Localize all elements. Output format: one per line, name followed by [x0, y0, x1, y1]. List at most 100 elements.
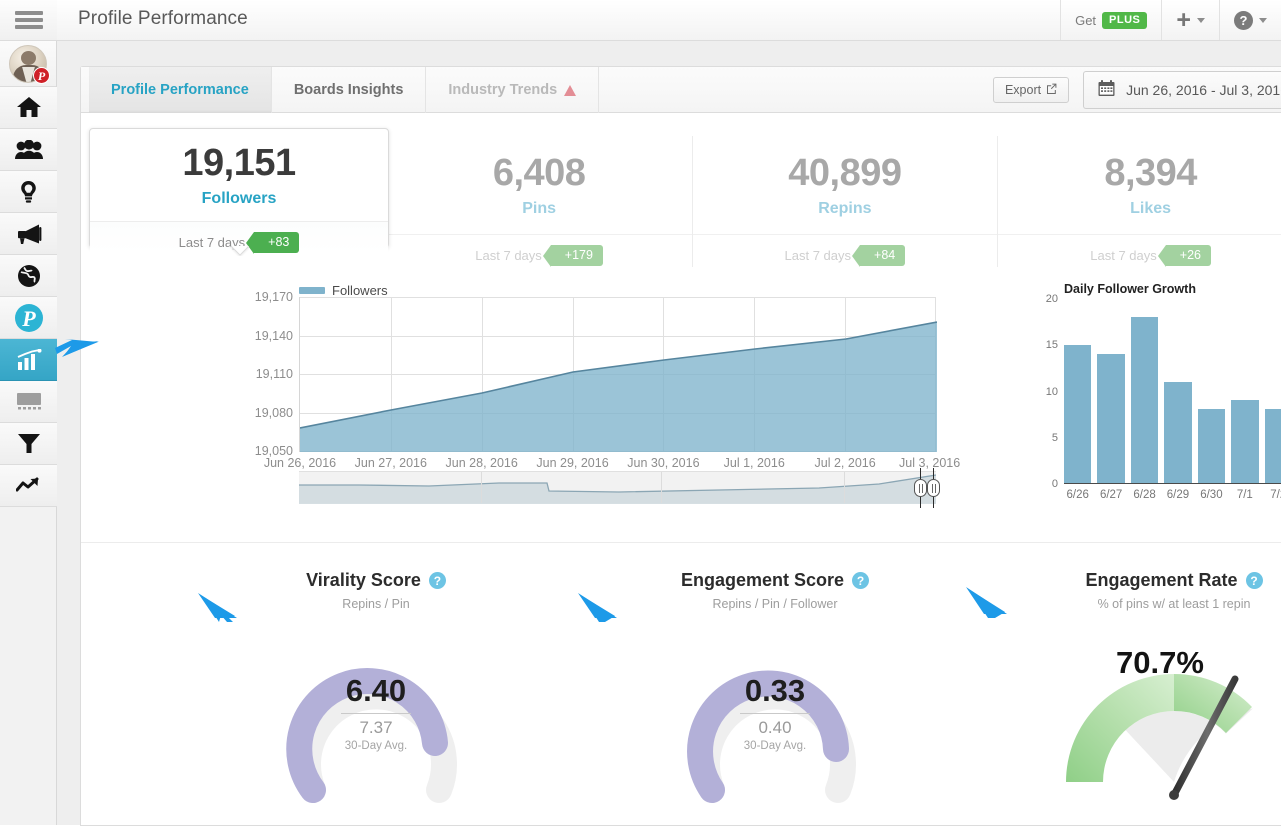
calendar-icon: [1098, 80, 1115, 100]
sidebar-item-promote[interactable]: [0, 213, 57, 255]
export-button[interactable]: Export: [992, 77, 1070, 103]
metric-cards: 6,408 Pins Last 7 days +179 40,899 Repin…: [81, 128, 1281, 267]
slider-handle-left[interactable]: [914, 468, 927, 508]
gauge-average-label: 30-Day Avg.: [743, 740, 807, 752]
slider-handle-right[interactable]: [927, 468, 940, 508]
home-icon: [16, 96, 42, 119]
gauge-card-virality-score: Virality Score ? Repins / Pin 6.40 7.37 …: [176, 543, 576, 812]
left-nav-rail: P P: [0, 0, 57, 825]
x-tick-label: 6/30: [1200, 489, 1223, 501]
x-tick-label: Jul 1, 2016: [723, 456, 785, 470]
sidebar-item-global[interactable]: [0, 255, 57, 297]
gauge-average: 7.37: [359, 718, 393, 737]
hamburger-icon: [14, 8, 43, 32]
hamburger-menu-button[interactable]: [0, 0, 57, 41]
metric-period: Last 7 days: [475, 248, 542, 263]
gauge-subtitle: % of pins w/ at least 1 repin: [1097, 597, 1251, 611]
tab-boards-insights[interactable]: Boards Insights: [272, 67, 427, 113]
gauge-average: 0.40: [758, 718, 792, 737]
metric-card-followers[interactable]: 19,151 Followers Last 7 days +83: [89, 128, 389, 254]
monitor-icon: [16, 392, 42, 411]
bar-plot-area: 0 5 10 15 20 6/26 6/27 6/28 6/29 6/30 7/…: [1046, 293, 1281, 501]
avatar[interactable]: P: [0, 41, 56, 87]
bar: [1097, 354, 1125, 483]
metric-value: 6,408: [492, 152, 586, 194]
gauge-subtitle: Repins / Pin / Follower: [712, 597, 838, 611]
add-menu-button[interactable]: +: [1161, 0, 1219, 40]
export-label: Export: [1004, 83, 1042, 97]
bar-x-axis: [1064, 483, 1281, 484]
metric-label: Followers: [201, 190, 277, 207]
sidebar-item-ideas[interactable]: [0, 171, 57, 213]
x-tick-label: 7/1: [1236, 489, 1253, 501]
metric-value: 8,394: [1104, 152, 1197, 194]
y-tick-label: 0: [1051, 478, 1058, 490]
metric-delta-badge: +179: [542, 245, 603, 267]
metric-card-repins[interactable]: 40,899 Repins Last 7 days +84: [692, 136, 999, 267]
charts-row: Followers 19,050 19,080 19,110 19,140 19…: [81, 279, 1281, 524]
content-area: Profile Performance Boards Insights Indu…: [57, 41, 1281, 826]
help-icon[interactable]: ?: [852, 572, 870, 589]
chart-range-slider[interactable]: [299, 468, 940, 508]
y-tick-label: 20: [1045, 293, 1058, 305]
lightbulb-icon: [20, 180, 37, 204]
x-tick-label: 6/26: [1066, 489, 1089, 501]
help-icon[interactable]: ?: [1245, 572, 1263, 589]
gauge-divider: [341, 713, 411, 714]
slider-overview-series: [299, 474, 936, 504]
x-tick-label: 6/29: [1166, 489, 1190, 501]
main-panel: Profile Performance Boards Insights Indu…: [80, 66, 1281, 826]
legend-label-followers: Followers: [332, 283, 388, 298]
gauge-value: 0.33: [744, 673, 806, 708]
help-menu-button[interactable]: ?: [1219, 0, 1281, 40]
topbar-actions: Get PLUS + ?: [1060, 0, 1281, 40]
tab-industry-trends[interactable]: Industry Trends: [426, 67, 600, 113]
bar-chart-icon: [16, 348, 42, 371]
metric-card-likes[interactable]: 8,394 Likes Last 7 days +26: [998, 136, 1281, 267]
x-tick-label: Jun 30, 2016: [627, 456, 700, 470]
sidebar-item-pinterest[interactable]: P: [0, 297, 57, 339]
y-tick-label: 19,110: [255, 367, 293, 381]
sidebar-item-analytics[interactable]: [0, 339, 57, 381]
y-tick-label: 19,140: [254, 328, 293, 343]
sidebar-item-audience[interactable]: [0, 129, 57, 171]
people-icon: [14, 139, 43, 160]
date-range-value: Jun 26, 2016 - Jul 3, 2016: [1126, 82, 1281, 98]
sidebar-item-filter[interactable]: [0, 423, 57, 465]
area-plot-area: 19,050 19,080 19,110 19,140 19,170 Jun 2…: [255, 290, 960, 470]
bar: [1197, 409, 1226, 483]
x-tick-label: Jun 26, 2016: [263, 456, 337, 470]
sidebar-item-trends[interactable]: [0, 465, 57, 507]
question-icon: ?: [1234, 10, 1253, 30]
get-label: Get: [1075, 12, 1097, 28]
pinterest-icon: P: [14, 303, 44, 333]
bar-chart-title: Daily Follower Growth: [1064, 282, 1196, 296]
x-tick-label: Jun 28, 2016: [445, 456, 518, 470]
date-range-picker[interactable]: Jun 26, 2016 - Jul 3, 2016: [1083, 71, 1281, 109]
help-icon[interactable]: ?: [428, 572, 446, 589]
chart-legend: Followers: [299, 283, 388, 298]
sidebar-item-home[interactable]: [0, 87, 57, 129]
x-tick-label: 7/2: [1270, 489, 1281, 501]
metric-delta-badge: +26: [1157, 245, 1211, 267]
tab-strip-actions: Export Jun 26, 2016 - Jul 3, 2016: [992, 67, 1281, 113]
svg-text:P: P: [21, 306, 36, 331]
followers-area-chart: Followers 19,050 19,080 19,110 19,140 19…: [241, 279, 981, 524]
get-plus-button[interactable]: Get PLUS: [1060, 0, 1161, 40]
chevron-down-icon: [1197, 17, 1205, 23]
page-title: Profile Performance: [78, 8, 248, 29]
y-tick-label: 19,170: [254, 290, 293, 304]
tab-list: Profile Performance Boards Insights Indu…: [89, 67, 600, 113]
gauge-card-engagement-score: Engagement Score ? Repins / Pin / Follow…: [575, 543, 975, 812]
metric-delta-badge: +84: [851, 245, 906, 267]
bar: [1064, 345, 1092, 483]
bar-series: [1064, 299, 1281, 483]
bar-x-tick-labels: 6/26 6/27 6/28 6/29 6/30 7/1 7/2: [1064, 489, 1281, 501]
sidebar-item-display[interactable]: [0, 381, 57, 423]
metric-label: Pins: [522, 200, 557, 217]
tab-profile-performance[interactable]: Profile Performance: [89, 67, 272, 113]
metric-card-pins[interactable]: 6,408 Pins Last 7 days +179: [386, 136, 693, 267]
bar: [1231, 400, 1259, 483]
gauge-value: 70.7%: [1116, 645, 1204, 680]
gauge-title: Engagement Rate: [1085, 570, 1238, 590]
